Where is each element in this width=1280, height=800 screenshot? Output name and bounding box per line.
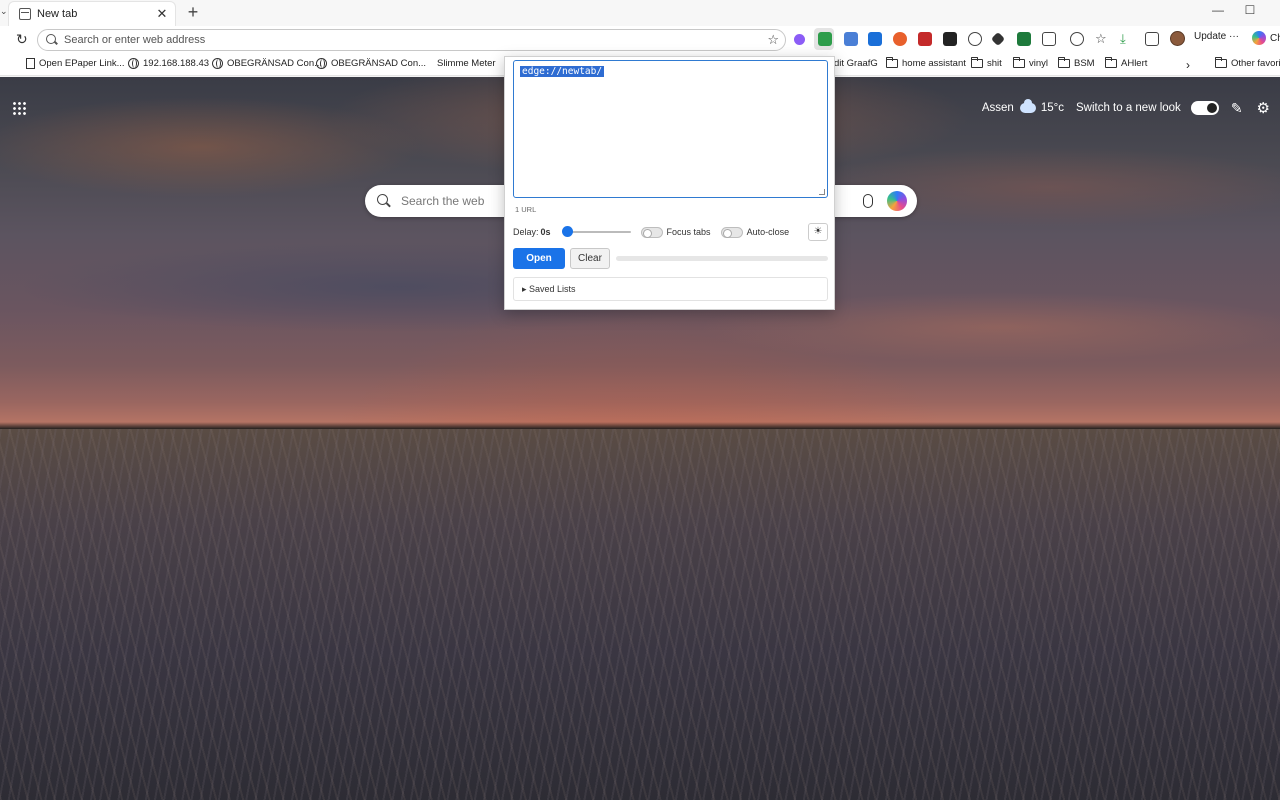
delay-slider-track	[562, 231, 631, 233]
tab-actions-chevron-icon[interactable]: ⌄	[0, 6, 8, 17]
new-look-toggle[interactable]	[1190, 101, 1219, 115]
weather-temperature[interactable]: 15°c	[1041, 102, 1064, 114]
favorite-item[interactable]: 192.168.188.43	[128, 58, 209, 69]
extension-cube-icon[interactable]	[990, 31, 1006, 47]
tab-title: New tab	[37, 8, 78, 20]
switch-new-look-label: Switch to a new look	[1075, 102, 1181, 114]
copilot-icon[interactable]	[1252, 31, 1266, 45]
favorite-item[interactable]: OBEGRÄNSAD Con...	[316, 58, 426, 69]
cloud-icon	[1019, 99, 1036, 113]
copilot-icon[interactable]	[887, 191, 907, 211]
favorite-item[interactable]: dit GraafG	[834, 58, 878, 69]
action-row: Open Clear	[513, 247, 828, 269]
reload-icon[interactable]: ↻	[16, 32, 30, 46]
profile-avatar[interactable]	[1170, 31, 1185, 46]
extension-p-icon[interactable]	[868, 32, 882, 46]
url-textarea[interactable]: edge://newtab/	[513, 60, 828, 198]
document-icon	[26, 58, 35, 69]
address-input[interactable]: Search or enter web address	[64, 34, 767, 46]
url-textarea-value: edge://newtab/	[520, 66, 605, 77]
delay-slider[interactable]	[561, 225, 631, 239]
delay-label: Delay:	[513, 227, 539, 237]
globe-icon	[212, 58, 223, 69]
folder-icon	[1013, 57, 1025, 68]
microphone-icon[interactable]	[863, 194, 873, 208]
extension-puzzle-icon[interactable]	[1042, 32, 1056, 46]
favorite-star-icon[interactable]: ☆	[767, 32, 779, 48]
saved-lists-label: ▸ Saved Lists	[522, 284, 576, 294]
extension-url-opener-icon[interactable]	[818, 32, 832, 46]
focus-tabs-toggle[interactable]	[640, 226, 663, 238]
extension-purple-icon[interactable]	[794, 34, 805, 45]
favorite-folder[interactable]: BSM	[1058, 57, 1095, 69]
address-bar[interactable]: Search or enter web address ☆	[37, 29, 786, 51]
auto-close-toggle[interactable]	[720, 226, 743, 238]
favorite-item[interactable]: OBEGRÄNSAD Con...	[212, 58, 322, 69]
extension-green-icon[interactable]	[1017, 32, 1031, 46]
favorite-item[interactable]: Open EPaper Link...	[26, 58, 125, 69]
search-icon	[46, 34, 58, 46]
extension-zoom-icon[interactable]	[968, 32, 982, 46]
screenshot-icon[interactable]	[1145, 32, 1159, 46]
extension-dark-icon[interactable]	[943, 32, 957, 46]
favorite-folder[interactable]: AHlert	[1105, 57, 1147, 69]
favorite-folder[interactable]: shit	[971, 57, 1002, 69]
favorites-overflow-chevron-icon[interactable]: ›	[1186, 58, 1190, 72]
focus-tabs-label: Focus tabs	[666, 227, 711, 237]
extension-settings-icon[interactable]	[1070, 32, 1084, 46]
minimize-button[interactable]: —	[1208, 3, 1228, 21]
delay-slider-thumb[interactable]	[561, 226, 573, 237]
resize-grip-icon[interactable]	[819, 189, 825, 195]
pencil-icon[interactable]: ✎	[1231, 100, 1243, 117]
tab-new-tab[interactable]: New tab ✕	[8, 1, 176, 26]
ntp-top-controls: Assen 15°c Switch to a new look ✎ ⚙	[982, 99, 1270, 117]
globe-icon	[316, 58, 327, 69]
favorites-star-icon[interactable]: ☆	[1095, 32, 1109, 46]
progress-bar	[616, 255, 828, 261]
open-button[interactable]: Open	[513, 247, 565, 269]
update-button[interactable]: Update ···	[1194, 31, 1239, 42]
tab-strip: ⌄ New tab ✕ + — ☐	[0, 0, 1280, 26]
gear-icon[interactable]: ⚙	[1257, 99, 1270, 117]
theme-toggle-button[interactable]: ☀	[808, 223, 828, 241]
newtab-favicon-icon	[19, 8, 31, 20]
new-tab-button[interactable]: +	[184, 3, 202, 21]
maximize-button[interactable]: ☐	[1240, 3, 1260, 21]
folder-icon	[1058, 57, 1070, 68]
globe-icon	[128, 58, 139, 69]
downloads-icon[interactable]: ⤓	[1120, 32, 1134, 46]
background-wheat-field	[0, 429, 1280, 800]
favorite-folder[interactable]: vinyl	[1013, 57, 1048, 69]
tab-close-icon[interactable]: ✕	[155, 6, 169, 22]
extension-blue-icon[interactable]	[844, 32, 858, 46]
auto-close-label: Auto-close	[746, 227, 790, 237]
folder-icon	[1215, 57, 1227, 68]
favorite-folder[interactable]: home assistant	[886, 57, 966, 69]
saved-lists-toggle[interactable]: ▸ Saved Lists	[513, 277, 828, 301]
url-opener-popup: edge://newtab/ 1 URL Delay: 0s Focus tab…	[504, 56, 835, 310]
folder-icon	[971, 57, 983, 68]
weather-location[interactable]: Assen	[982, 102, 1014, 114]
favorite-item[interactable]: Slimme Meter	[437, 58, 496, 69]
options-row: Delay: 0s Focus tabs Auto-close ☀	[513, 223, 828, 241]
url-count: 1 URL	[515, 205, 537, 214]
clear-button[interactable]: Clear	[570, 247, 610, 269]
extension-red-icon[interactable]	[918, 32, 932, 46]
apps-launcher-icon[interactable]	[12, 101, 26, 115]
folder-icon	[1105, 57, 1117, 68]
search-icon	[377, 194, 391, 208]
copilot-label[interactable]: Ch	[1270, 33, 1280, 44]
extension-sun-icon[interactable]	[893, 32, 907, 46]
folder-icon	[886, 57, 898, 68]
browser-toolbar: ↻ Search or enter web address ☆ ☆ ⤓ Upda…	[0, 26, 1280, 54]
favorite-folder[interactable]: Other favorite	[1215, 57, 1280, 69]
delay-value: 0s	[540, 227, 551, 237]
